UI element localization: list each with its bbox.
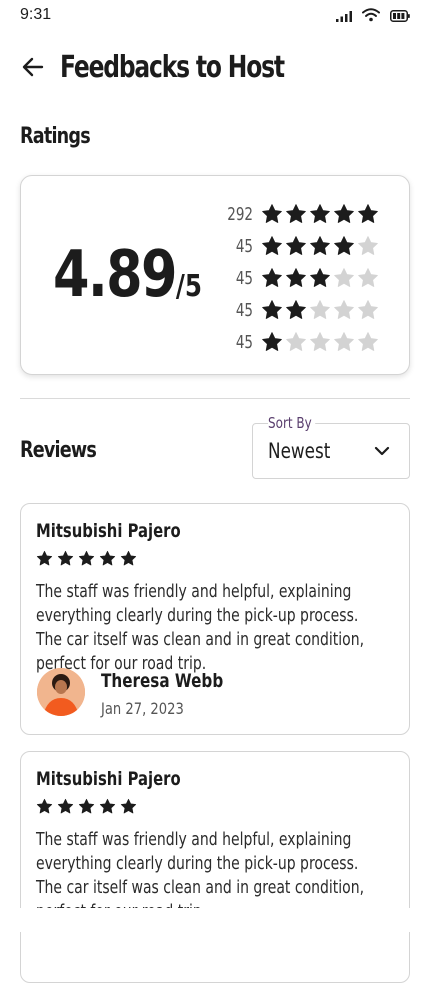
star-filled-icon xyxy=(262,236,282,255)
avatar xyxy=(37,668,85,716)
wifi-icon xyxy=(362,7,380,26)
star-filled-icon xyxy=(99,550,116,566)
star-empty-icon xyxy=(334,268,354,287)
star-filled-icon xyxy=(334,236,354,255)
chevron-down-icon xyxy=(373,442,391,464)
review-card: Mitsubishi Pajero The staff was friendly… xyxy=(20,503,410,735)
review-date: Jan 27, 2023 xyxy=(101,699,184,718)
star-filled-icon xyxy=(286,204,306,223)
ratings-heading: Ratings xyxy=(20,124,91,149)
rating-row-4: 45 xyxy=(217,230,379,262)
star-filled-icon xyxy=(36,798,53,814)
rating-stars xyxy=(261,267,379,289)
star-filled-icon xyxy=(36,550,53,566)
star-filled-icon xyxy=(262,332,282,351)
star-filled-icon xyxy=(120,798,137,814)
bottom-area xyxy=(0,908,430,932)
star-filled-icon xyxy=(286,236,306,255)
star-filled-icon xyxy=(78,798,95,814)
review-card: Mitsubishi Pajero The staff was friendly… xyxy=(20,751,410,983)
reviewer-name: Theresa Webb xyxy=(101,670,224,692)
star-filled-icon xyxy=(262,300,282,319)
star-empty-icon xyxy=(310,332,330,351)
star-filled-icon xyxy=(310,236,330,255)
back-button[interactable] xyxy=(18,54,48,84)
star-filled-icon xyxy=(310,268,330,287)
reviews-heading: Reviews xyxy=(20,438,97,463)
rating-stars xyxy=(261,235,379,257)
rating-count: 45 xyxy=(235,299,253,321)
rating-row-3: 45 xyxy=(217,262,379,294)
rating-count: 45 xyxy=(235,235,253,257)
review-rating xyxy=(36,798,137,815)
sort-selected-value: Newest xyxy=(268,439,331,463)
sort-label: Sort By xyxy=(268,414,315,432)
rating-stars xyxy=(261,331,379,353)
review-rating xyxy=(36,550,137,567)
star-filled-icon xyxy=(286,268,306,287)
star-filled-icon xyxy=(262,268,282,287)
star-filled-icon xyxy=(334,204,354,223)
divider xyxy=(20,398,410,399)
rating-row-5: 292 xyxy=(217,198,379,230)
star-filled-icon xyxy=(78,550,95,566)
star-filled-icon xyxy=(57,550,74,566)
status-icons xyxy=(336,7,410,26)
rating-count: 45 xyxy=(235,267,253,289)
star-empty-icon xyxy=(310,300,330,319)
page-title: Feedbacks to Host xyxy=(60,50,285,85)
arrow-left-icon xyxy=(22,57,44,81)
review-text: The staff was friendly and helpful, expl… xyxy=(36,582,365,674)
star-filled-icon xyxy=(262,204,282,223)
rating-count: 45 xyxy=(235,331,253,353)
rating-distribution: 292 45 45 45 45 xyxy=(217,198,379,358)
star-empty-icon xyxy=(286,332,306,351)
star-filled-icon xyxy=(99,798,116,814)
review-car-name: Mitsubishi Pajero xyxy=(36,520,181,542)
star-empty-icon xyxy=(358,268,378,287)
average-rating: 4.89/5 xyxy=(53,238,202,312)
star-filled-icon xyxy=(120,550,137,566)
rating-row-1: 45 xyxy=(217,326,379,358)
star-empty-icon xyxy=(334,300,354,319)
rating-stars xyxy=(261,203,379,225)
rating-row-2: 45 xyxy=(217,294,379,326)
star-filled-icon xyxy=(57,798,74,814)
header: Feedbacks to Host xyxy=(0,44,430,94)
average-rating-value: 4.89 xyxy=(53,238,178,312)
rating-summary-card: 4.89/5 292 45 45 45 45 xyxy=(20,175,410,375)
rating-stars xyxy=(261,299,379,321)
signal-icon xyxy=(336,7,352,26)
rating-count: 292 xyxy=(227,203,253,225)
star-empty-icon xyxy=(358,332,378,351)
status-bar: 9:31 xyxy=(0,0,430,32)
battery-icon xyxy=(390,7,410,26)
status-time: 9:31 xyxy=(20,6,52,23)
star-filled-icon xyxy=(310,204,330,223)
star-filled-icon xyxy=(358,204,378,223)
average-rating-scale: /5 xyxy=(175,269,203,304)
star-filled-icon xyxy=(286,300,306,319)
star-empty-icon xyxy=(358,300,378,319)
review-car-name: Mitsubishi Pajero xyxy=(36,768,181,790)
star-empty-icon xyxy=(334,332,354,351)
star-empty-icon xyxy=(358,236,378,255)
